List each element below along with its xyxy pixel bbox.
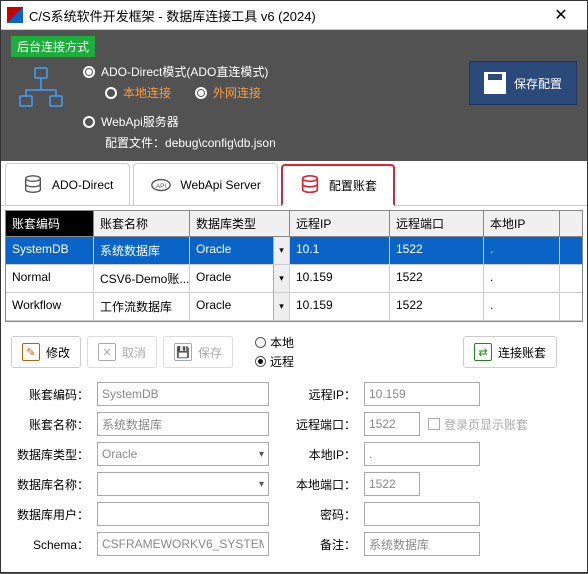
- table-row[interactable]: SystemDB 系统数据库 Oracle 10.1 1522 .: [6, 237, 582, 265]
- dbuser-field[interactable]: [97, 502, 269, 526]
- remote-port-field[interactable]: [364, 412, 420, 436]
- radio-icon: [105, 87, 117, 99]
- tab-ado-direct[interactable]: ADO-Direct: [5, 163, 130, 205]
- grid-header: 账套编码 账套名称 数据库类型 远程IP 远程端口 本地IP: [6, 211, 582, 237]
- window-title: C/S系统软件开发框架 - 数据库连接工具 v6 (2024): [29, 6, 541, 25]
- detail-form: 账套编码： 账套名称： 数据库类型： Oracle 数据库名称： 数据库用户： S…: [1, 378, 587, 574]
- table-row[interactable]: Workflow 工作流数据库 Oracle 10.159 1522 .: [6, 293, 582, 321]
- mode-radio-group: ADO-Direct模式(ADO直连模式) 本地连接 外网连接 WebApi服务…: [83, 61, 457, 151]
- svg-text:API: API: [156, 182, 167, 189]
- local-radio[interactable]: 本地: [255, 334, 294, 351]
- app-icon: [7, 7, 23, 23]
- local-ip-field[interactable]: [364, 442, 480, 466]
- table-row[interactable]: Normal CSV6-Demo账... Oracle 10.159 1522 …: [6, 265, 582, 293]
- name-field[interactable]: [97, 412, 269, 436]
- config-file-label: 配置文件：: [105, 136, 165, 150]
- accounts-grid: 账套编码 账套名称 数据库类型 远程IP 远程端口 本地IP SystemDB …: [5, 210, 583, 322]
- pencil-icon: ✎: [22, 343, 40, 361]
- lport-label: 本地端口：: [294, 476, 356, 493]
- action-toolbar: ✎修改 ✕取消 💾保存 本地 远程 ⇄连接账套: [1, 326, 587, 378]
- connect-button[interactable]: ⇄连接账套: [463, 336, 557, 368]
- dbuser-label: 数据库用户：: [13, 506, 89, 523]
- location-radio-group: 本地 远程: [255, 334, 294, 370]
- chevron-down-icon[interactable]: [273, 293, 289, 320]
- dbname-select[interactable]: [97, 472, 269, 496]
- connection-mode-badge: 后台连接方式: [11, 36, 95, 57]
- schema-field[interactable]: [97, 532, 269, 556]
- col-remote-ip[interactable]: 远程IP: [290, 211, 390, 236]
- remark-field[interactable]: [364, 532, 480, 556]
- tab-bar: ADO-Direct API WebApi Server 配置账套: [1, 161, 587, 206]
- col-remote-port[interactable]: 远程端口: [390, 211, 484, 236]
- database-stack-icon: [299, 174, 321, 196]
- tab-accounts[interactable]: 配置账套: [281, 164, 395, 206]
- checkbox-icon: [428, 418, 440, 430]
- col-dbtype[interactable]: 数据库类型: [190, 211, 290, 236]
- lip-label: 本地IP：: [294, 446, 356, 463]
- code-label: 账套编码：: [13, 386, 89, 403]
- dbtype-label: 数据库类型：: [13, 446, 89, 463]
- cancel-icon: ✕: [98, 343, 116, 361]
- pwd-label: 密码：: [294, 506, 356, 523]
- save-icon: [484, 72, 506, 94]
- col-local-ip[interactable]: 本地IP: [484, 211, 560, 236]
- radio-icon: [195, 87, 207, 99]
- external-connection-radio[interactable]: 外网连接: [195, 84, 261, 101]
- remote-radio[interactable]: 远程: [255, 353, 294, 370]
- dbtype-select[interactable]: Oracle: [97, 442, 269, 466]
- webapi-radio[interactable]: WebApi服务器: [83, 113, 457, 130]
- local-connection-radio[interactable]: 本地连接: [105, 84, 171, 101]
- save-icon: 💾: [174, 343, 192, 361]
- connection-mode-panel: 后台连接方式 ADO-Direct模式(ADO直连模式) 本地连接: [1, 30, 587, 161]
- database-icon: [22, 174, 44, 196]
- tab-webapi-server[interactable]: API WebApi Server: [133, 163, 277, 205]
- radio-icon: [255, 337, 266, 348]
- app-window: C/S系统软件开发框架 - 数据库连接工具 v6 (2024) ✕ 后台连接方式…: [0, 0, 588, 573]
- rip-label: 远程IP：: [294, 386, 356, 403]
- api-icon: API: [150, 174, 172, 196]
- code-field[interactable]: [97, 382, 269, 406]
- close-button[interactable]: ✕: [541, 1, 581, 29]
- radio-icon: [83, 66, 95, 78]
- rport-label: 远程端口：: [294, 416, 356, 433]
- config-file-path: debug\config\db.json: [165, 136, 276, 150]
- cancel-button[interactable]: ✕取消: [87, 336, 157, 368]
- chevron-down-icon[interactable]: [273, 237, 289, 264]
- titlebar: C/S系统软件开发框架 - 数据库连接工具 v6 (2024) ✕: [1, 1, 587, 30]
- network-icon: [11, 61, 71, 121]
- save-button[interactable]: 💾保存: [163, 336, 233, 368]
- ado-direct-radio[interactable]: ADO-Direct模式(ADO直连模式): [83, 63, 457, 80]
- edit-button[interactable]: ✎修改: [11, 336, 81, 368]
- remote-ip-field[interactable]: [364, 382, 480, 406]
- chevron-down-icon[interactable]: [273, 265, 289, 292]
- col-name[interactable]: 账套名称: [94, 211, 190, 236]
- remark-label: 备注：: [294, 536, 356, 553]
- shuffle-icon: ⇄: [474, 343, 492, 361]
- col-code[interactable]: 账套编码: [6, 211, 94, 236]
- radio-icon: [83, 116, 95, 128]
- name-label: 账套名称：: [13, 416, 89, 433]
- save-config-button[interactable]: 保存配置: [469, 61, 577, 105]
- show-login-checkbox[interactable]: 登录页显示账套: [428, 416, 528, 433]
- dbname-label: 数据库名称：: [13, 476, 89, 493]
- local-port-field[interactable]: [364, 472, 420, 496]
- schema-label: Schema：: [13, 536, 89, 553]
- radio-icon: [255, 356, 266, 367]
- password-field[interactable]: [364, 502, 480, 526]
